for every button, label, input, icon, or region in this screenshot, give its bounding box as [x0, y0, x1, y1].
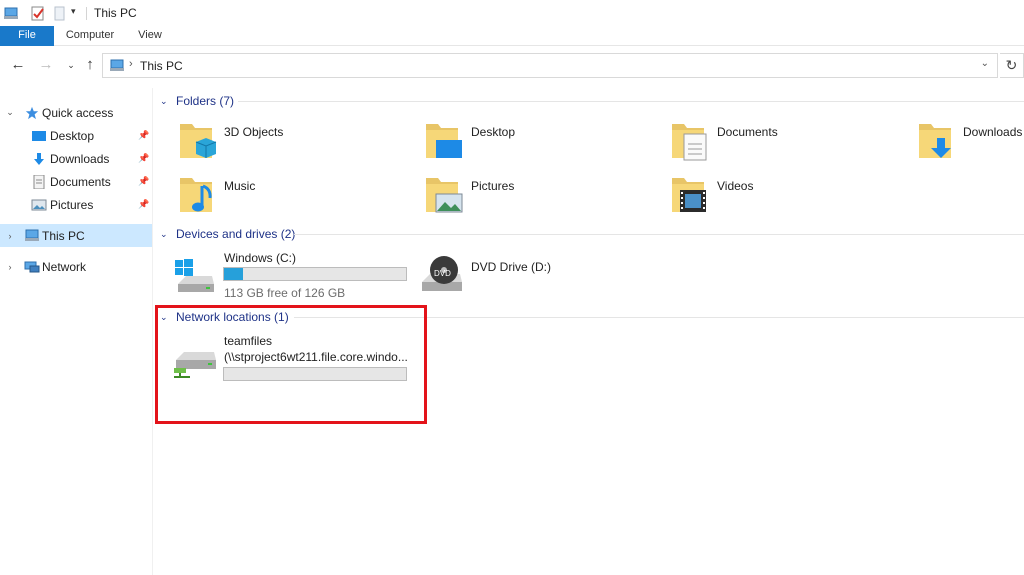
- download-arrow-icon: [34, 152, 44, 165]
- 3d-objects-folder-icon: [180, 124, 217, 158]
- drive-c-free-space: 113 GB free of 126 GB: [224, 286, 346, 300]
- collapse-chevron-icon[interactable]: ⌄: [160, 96, 172, 107]
- properties-icon[interactable]: [30, 5, 46, 21]
- pin-icon[interactable]: 📌: [138, 199, 149, 210]
- group-header-folders[interactable]: ⌄ Folders (7): [160, 93, 234, 109]
- expand-chevron-right-icon[interactable]: ›: [5, 262, 15, 272]
- address-bar[interactable]: › This PC ⌄: [102, 53, 998, 78]
- nav-quick-access-label: Quick access: [42, 105, 114, 120]
- nav-this-pc[interactable]: › This PC: [0, 224, 152, 247]
- folder-desktop[interactable]: [424, 120, 664, 170]
- pin-icon[interactable]: 📌: [138, 130, 149, 141]
- group-label-folders: Folders (7): [176, 94, 235, 108]
- nav-pictures-label: Pictures: [50, 197, 94, 212]
- ribbon-tabs: File Computer View: [0, 26, 1024, 46]
- group-divider: [238, 101, 1024, 102]
- nav-desktop[interactable]: Desktop 📌: [0, 124, 152, 147]
- this-pc-icon[interactable]: [3, 5, 19, 21]
- new-folder-icon[interactable]: [52, 5, 68, 21]
- pin-icon[interactable]: 📌: [138, 176, 149, 187]
- network-locations-highlight-box: [155, 305, 427, 424]
- tab-computer[interactable]: Computer: [58, 26, 122, 46]
- nav-downloads-label: Downloads: [50, 151, 110, 166]
- drive-c-usage-bar: [223, 267, 407, 281]
- videos-folder-icon: [672, 178, 706, 212]
- folder-videos[interactable]: [670, 174, 910, 224]
- this-pc-icon: [25, 229, 39, 241]
- collapse-chevron-icon[interactable]: ⌄: [160, 229, 172, 240]
- folder-downloads-label: Downloads: [963, 125, 1023, 139]
- nav-pictures[interactable]: Pictures 📌: [0, 193, 152, 216]
- breadcrumb-this-pc[interactable]: This PC: [140, 59, 183, 73]
- tab-view[interactable]: View: [128, 26, 172, 46]
- folder-pictures[interactable]: [424, 174, 664, 224]
- title-separator: [86, 7, 87, 20]
- windows-drive-icon: [175, 259, 214, 292]
- desktop-folder-icon: [426, 124, 462, 158]
- documents-folder-icon: [672, 124, 707, 161]
- pictures-icon: [31, 199, 47, 210]
- dvd-drive-icon: DVD: [422, 256, 462, 291]
- downloads-folder-icon: [919, 124, 951, 158]
- nav-quick-access[interactable]: ⌄ Quick access: [0, 101, 152, 124]
- drive-d-label: DVD Drive (D:): [471, 260, 551, 274]
- svg-text:DVD: DVD: [434, 269, 451, 278]
- group-header-devices[interactable]: ⌄ Devices and drives (2): [160, 226, 295, 242]
- expand-chevron-down-icon[interactable]: ⌄: [5, 107, 15, 118]
- address-dropdown-icon[interactable]: ⌄: [981, 58, 989, 69]
- window-title: This PC: [94, 6, 137, 20]
- folder-documents[interactable]: [670, 120, 910, 170]
- nav-downloads[interactable]: Downloads 📌: [0, 147, 152, 170]
- pictures-folder-icon: [426, 178, 463, 213]
- recent-locations-chevron-icon[interactable]: ⌄: [62, 56, 80, 74]
- nav-documents[interactable]: Documents 📌: [0, 170, 152, 193]
- nav-this-pc-label: This PC: [42, 228, 85, 243]
- refresh-icon[interactable]: ↻: [1000, 53, 1024, 78]
- nav-network[interactable]: › Network: [0, 255, 152, 278]
- folder-music-label: Music: [224, 179, 256, 193]
- folder-documents-label: Documents: [717, 125, 778, 139]
- desktop-icon: [32, 130, 46, 141]
- quick-access-toolbar-dropdown-icon[interactable]: ▾: [71, 6, 76, 17]
- this-pc-icon: [110, 59, 124, 71]
- back-arrow-icon[interactable]: ←: [9, 56, 27, 74]
- drive-c-label: Windows (C:): [224, 251, 297, 265]
- expand-chevron-right-icon[interactable]: ›: [5, 231, 15, 241]
- pin-icon[interactable]: 📌: [138, 153, 149, 164]
- drive-c-usage-fill: [224, 268, 243, 280]
- nav-documents-label: Documents: [50, 174, 111, 189]
- folder-videos-label: Videos: [717, 179, 754, 193]
- up-arrow-icon[interactable]: ↑: [81, 56, 99, 74]
- folder-pictures-label: Pictures: [471, 179, 515, 193]
- folder-desktop-label: Desktop: [471, 125, 516, 139]
- title-bar: ▾ This PC: [0, 0, 1024, 26]
- folder-3d-objects[interactable]: [178, 120, 418, 170]
- tab-file[interactable]: File: [0, 26, 54, 46]
- group-label-devices: Devices and drives (2): [176, 227, 296, 241]
- breadcrumb-chevron-icon[interactable]: ›: [129, 58, 133, 70]
- nav-desktop-label: Desktop: [50, 128, 95, 143]
- navigation-bar: ← → ⌄ ↑ › This PC ⌄ ↻: [0, 50, 1024, 80]
- forward-arrow-icon[interactable]: →: [37, 56, 55, 74]
- network-icon: [24, 261, 40, 272]
- folder-music[interactable]: [178, 174, 418, 224]
- nav-network-label: Network: [42, 259, 87, 274]
- group-divider: [294, 234, 1024, 235]
- document-icon: [33, 174, 45, 189]
- music-folder-icon: [180, 178, 212, 212]
- star-icon: [25, 106, 39, 119]
- folder-3d-objects-label: 3D Objects: [224, 125, 284, 139]
- navigation-pane: ⌄ Quick access Desktop 📌 Downloads 📌 Doc…: [0, 88, 153, 575]
